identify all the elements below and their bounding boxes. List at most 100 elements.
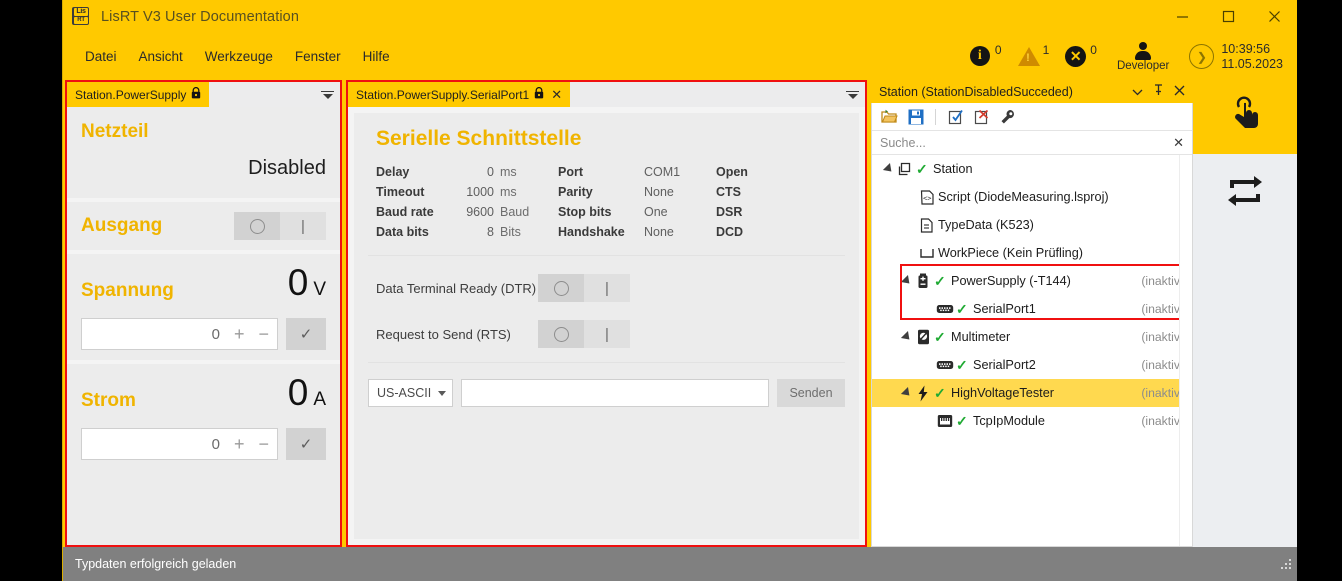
output-on-state[interactable]: | [280,212,326,240]
current-label: Strom [81,390,136,411]
dtr-off-state[interactable] [538,274,584,302]
param-label-baudrate: Baud rate [376,205,434,219]
send-button[interactable]: Senden [777,379,845,407]
expander-icon[interactable] [898,386,913,400]
current-decrement-button[interactable]: − [258,434,269,455]
wrench-icon[interactable] [998,108,1017,126]
tree-node-highvoltagetester[interactable]: ✓ HighVoltageTester (inaktiv) [872,379,1192,407]
user-indicator[interactable]: Developer [1117,41,1169,72]
lock-icon [534,87,544,102]
tree-node-station[interactable]: ✓ Station [872,155,1192,183]
tab-close-button[interactable]: ✕ [551,87,562,103]
param-label-timeout: Timeout [376,185,425,199]
output-off-state[interactable] [234,212,280,240]
expander-icon[interactable] [898,274,913,288]
param-unit-delay: ms [500,165,517,179]
menu-item-werkzeuge[interactable]: Werkzeuge [195,45,283,68]
voltage-increment-button[interactable]: + [234,324,245,345]
rts-toggle[interactable]: | [538,320,630,348]
rts-on-state[interactable]: | [584,320,630,348]
tree-node-tcpipmodule[interactable]: ✓ TcpIpModule (inaktiv) [872,407,1192,435]
circle-icon [553,326,569,342]
check-in-icon[interactable] [972,108,991,126]
voltage-setpoint-value[interactable]: 0 [212,326,220,343]
param-value-timeout: 1000 [466,185,494,199]
app-logo-top-text: Lis [74,7,88,16]
tab-label: Station.PowerSupply [75,87,187,102]
tree-node-label: TcpIpModule [973,414,1045,428]
current-apply-button[interactable]: ✓ [286,428,326,460]
station-title: Station (StationDisabledSucceded) [879,84,1073,99]
station-close-button[interactable] [1174,85,1185,99]
dtr-on-label: | [605,279,609,297]
dock-area: Station.PowerSupply Netzteil Disabled Au… [63,80,1193,547]
expander-icon[interactable] [880,162,895,176]
close-button[interactable] [1251,0,1297,33]
touch-interaction-button[interactable] [1193,80,1297,154]
menu-item-ansicht[interactable]: Ansicht [129,45,193,68]
tree-node-label: Station [933,162,973,176]
voltage-decrement-button[interactable]: − [258,324,269,345]
status-check-icon: ✓ [934,328,946,345]
open-icon[interactable] [880,108,899,126]
serial-send-row: US-ASCII Senden [354,363,859,421]
expander-icon[interactable] [898,330,913,344]
station-pin-button[interactable] [1153,84,1164,99]
menu-item-hilfe[interactable]: Hilfe [353,45,400,68]
tree-node-multimeter[interactable]: ✓ Multimeter (inaktiv) [872,323,1192,351]
resize-grip[interactable] [1279,557,1293,571]
search-clear-button[interactable]: ✕ [1173,135,1184,151]
tree-vertical-scrollbar[interactable] [1179,155,1192,546]
tree-node-script[interactable]: <> Script (DiodeMeasuring.lsproj) [872,183,1192,211]
signal-label-dsr: DSR [716,205,743,219]
save-icon[interactable] [906,108,925,126]
search-input[interactable] [880,135,1174,150]
error-indicator[interactable]: ✕ 0 [1065,42,1097,68]
power-supply-panel: Station.PowerSupply Netzteil Disabled Au… [65,80,342,547]
tree-node-powersupply[interactable]: ✓ PowerSupply (-T144) (inaktiv) [872,267,1192,295]
swap-direction-button[interactable] [1193,154,1297,228]
encoding-select[interactable]: US-ASCII [368,379,453,407]
current-setpoint-value[interactable]: 0 [212,436,220,453]
voltage-value: 0 [287,262,309,303]
current-setpoint-stepper[interactable]: 0 + − [81,428,278,460]
maximize-button[interactable] [1205,0,1251,33]
rts-label: Request to Send (RTS) [376,326,511,342]
clock-indicator[interactable]: ❯ 10:39:56 11.05.2023 [1189,42,1283,72]
param-value-databits: 8 [487,225,494,239]
info-indicator[interactable]: i 0 [969,43,1002,68]
rts-off-state[interactable] [538,320,584,348]
output-toggle[interactable]: | [234,212,326,240]
workspace: Station.PowerSupply Netzteil Disabled Au… [63,80,1297,547]
send-message-input[interactable] [461,379,769,407]
voltage-apply-button[interactable]: ✓ [286,318,326,350]
tab-label: Station.PowerSupply.SerialPort1 [356,87,530,102]
warning-indicator[interactable]: 1 [1017,43,1049,68]
check-out-icon[interactable] [946,108,965,126]
tab-list-button[interactable] [846,82,859,107]
voltage-setpoint-stepper[interactable]: 0 + − [81,318,278,350]
status-check-icon: ✓ [956,412,968,429]
voltage-label: Spannung [81,280,174,301]
serial-parameter-grid: Delay 0 ms Port COM1 Open Timeout 1000 m… [354,159,859,255]
tree-node-state: (inaktiv) [1141,330,1184,344]
tree-node-typedata[interactable]: TypeData (K523) [872,211,1192,239]
tree-node-serialport1[interactable]: ✓ SerialPort1 (inaktiv) [872,295,1192,323]
menu-item-datei[interactable]: Datei [75,45,127,68]
tree-node-serialport2[interactable]: ✓ SerialPort2 (inaktiv) [872,351,1192,379]
dtr-on-state[interactable]: | [584,274,630,302]
tab-station-powersupply[interactable]: Station.PowerSupply [67,82,210,107]
error-count: 0 [1090,42,1097,57]
status-check-icon: ✓ [934,384,946,401]
menu-item-fenster[interactable]: Fenster [285,45,351,68]
station-menu-button[interactable] [1132,85,1143,99]
tab-serialport1[interactable]: Station.PowerSupply.SerialPort1 ✕ [348,82,571,107]
dtr-toggle[interactable]: | [538,274,630,302]
tree-node-workpiece[interactable]: WorkPiece (Kein Prüfling) [872,239,1192,267]
minimize-button[interactable] [1159,0,1205,33]
window-controls [1159,0,1297,33]
tab-list-button[interactable] [321,82,334,107]
current-increment-button[interactable]: + [234,434,245,455]
station-toolbar [872,103,1192,130]
app-logo-bottom-text: RT [74,16,88,24]
